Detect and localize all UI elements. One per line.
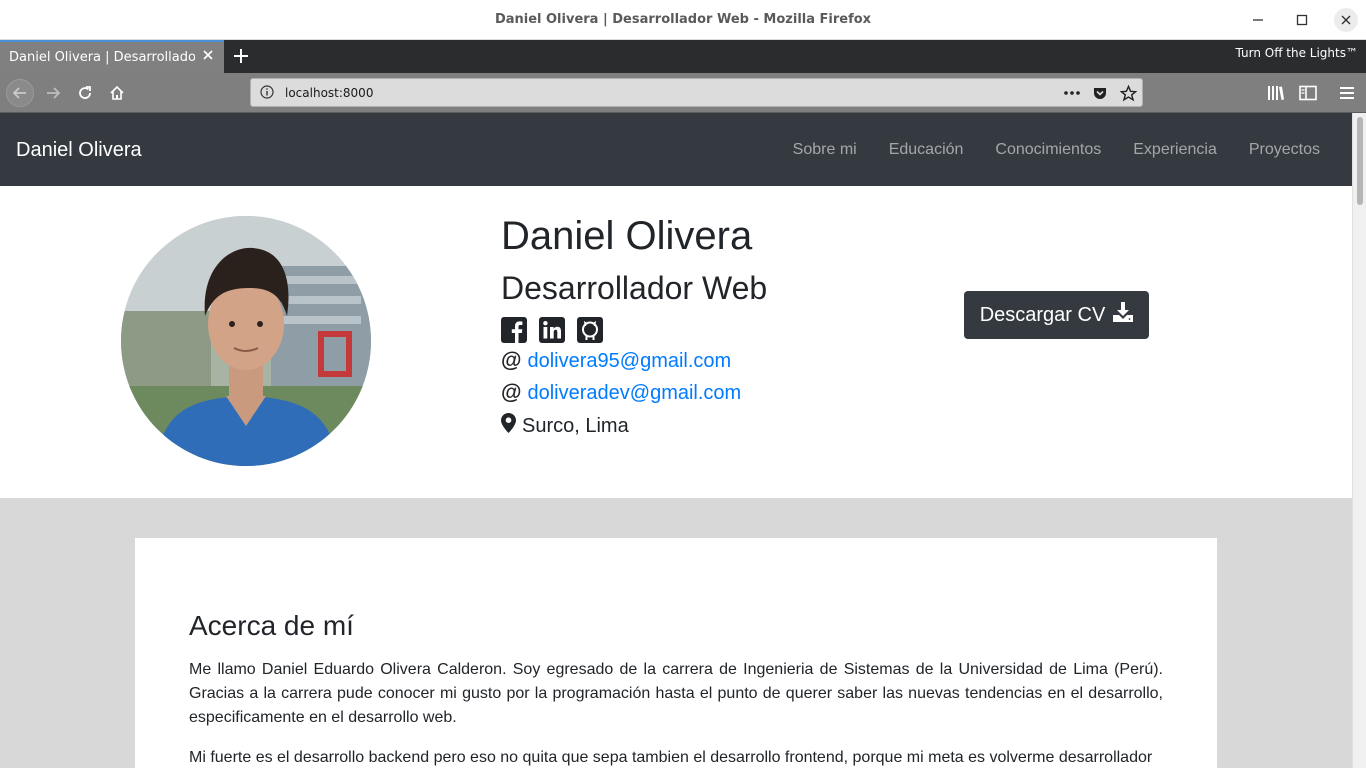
tab-title: Daniel Olivera | Desarrollador Web bbox=[9, 50, 195, 65]
window-titlebar: Daniel Olivera | Desarrollador Web - Moz… bbox=[0, 0, 1366, 40]
email-link-2[interactable]: doliveradev@gmail.com bbox=[527, 382, 741, 405]
forward-icon[interactable] bbox=[39, 79, 67, 107]
back-icon[interactable] bbox=[6, 79, 34, 107]
linkedin-icon[interactable] bbox=[539, 317, 565, 343]
download-icon bbox=[1113, 302, 1134, 328]
url-text: localhost:8000 bbox=[285, 86, 374, 100]
extension-label[interactable]: Turn Off the Lights™ bbox=[1236, 46, 1359, 60]
maximize-icon[interactable] bbox=[1290, 8, 1314, 32]
menu-icon[interactable] bbox=[1337, 83, 1357, 103]
nav-link-experiencia[interactable]: Experiencia bbox=[1133, 141, 1217, 159]
minimize-icon[interactable] bbox=[1246, 8, 1270, 32]
site-navbar: Daniel Olivera Sobre mi Educación Conoci… bbox=[0, 113, 1352, 186]
profile-role: Desarrollador Web bbox=[501, 270, 768, 306]
page-viewport: Daniel Olivera Sobre mi Educación Conoci… bbox=[0, 113, 1366, 768]
avatar bbox=[121, 216, 371, 466]
nav-link-conocimientos[interactable]: Conocimientos bbox=[995, 141, 1101, 159]
sidebar-icon[interactable] bbox=[1298, 83, 1318, 103]
at-icon: @ bbox=[501, 349, 522, 372]
pocket-icon[interactable] bbox=[1090, 83, 1110, 103]
profile-name: Daniel Olivera bbox=[501, 214, 753, 258]
tab-strip: Daniel Olivera | Desarrollador Web Turn … bbox=[0, 40, 1366, 73]
reload-icon[interactable] bbox=[71, 79, 99, 107]
about-paragraph-1: Me llamo Daniel Eduardo Olivera Calderon… bbox=[189, 661, 1163, 726]
window-title: Daniel Olivera | Desarrollador Web - Moz… bbox=[494, 12, 872, 27]
download-cv-button[interactable]: Descargar CV bbox=[964, 291, 1149, 339]
home-icon[interactable] bbox=[103, 79, 131, 107]
social-links bbox=[501, 317, 603, 343]
site-brand[interactable]: Daniel Olivera bbox=[16, 139, 142, 162]
download-cv-label: Descargar CV bbox=[979, 303, 1106, 326]
info-icon[interactable] bbox=[260, 85, 274, 99]
profile-header: Daniel Olivera Desarrollador Web @ doliv… bbox=[0, 186, 1352, 498]
nav-link-proyectos[interactable]: Proyectos bbox=[1249, 141, 1320, 159]
github-icon[interactable] bbox=[577, 317, 603, 343]
nav-links: Sobre mi Educación Conocimientos Experie… bbox=[793, 141, 1320, 159]
close-icon[interactable] bbox=[1334, 8, 1358, 32]
page-scrollbar[interactable] bbox=[1352, 113, 1366, 768]
scrollbar-thumb[interactable] bbox=[1357, 117, 1363, 205]
about-section: Acerca de mí Me llamo Daniel Eduardo Oli… bbox=[135, 538, 1217, 768]
facebook-icon[interactable] bbox=[501, 317, 527, 343]
nav-link-sobre-mi[interactable]: Sobre mi bbox=[793, 141, 857, 159]
tab-close-icon[interactable] bbox=[199, 48, 217, 66]
bookmark-star-icon[interactable] bbox=[1118, 83, 1138, 103]
map-marker-icon bbox=[501, 413, 516, 439]
page-actions-icon[interactable] bbox=[1062, 83, 1082, 103]
location-text: Surco, Lima bbox=[522, 414, 629, 437]
url-bar[interactable]: localhost:8000 bbox=[250, 78, 1143, 107]
browser-toolbar: localhost:8000 bbox=[0, 73, 1366, 113]
email-row-1: @ dolivera95@gmail.com bbox=[501, 349, 731, 373]
about-heading: Acerca de mí bbox=[189, 610, 354, 641]
browser-tab[interactable]: Daniel Olivera | Desarrollador Web bbox=[0, 40, 224, 73]
library-icon[interactable] bbox=[1266, 83, 1286, 103]
new-tab-icon[interactable] bbox=[230, 44, 252, 68]
email-link-1[interactable]: dolivera95@gmail.com bbox=[527, 350, 731, 373]
about-paragraph-2: Mi fuerte es el desarrollo backend pero … bbox=[189, 749, 1153, 766]
location-row: Surco, Lima bbox=[501, 413, 629, 439]
nav-link-educacion[interactable]: Educación bbox=[889, 141, 964, 159]
at-icon: @ bbox=[501, 381, 522, 404]
email-row-2: @ doliveradev@gmail.com bbox=[501, 381, 741, 405]
